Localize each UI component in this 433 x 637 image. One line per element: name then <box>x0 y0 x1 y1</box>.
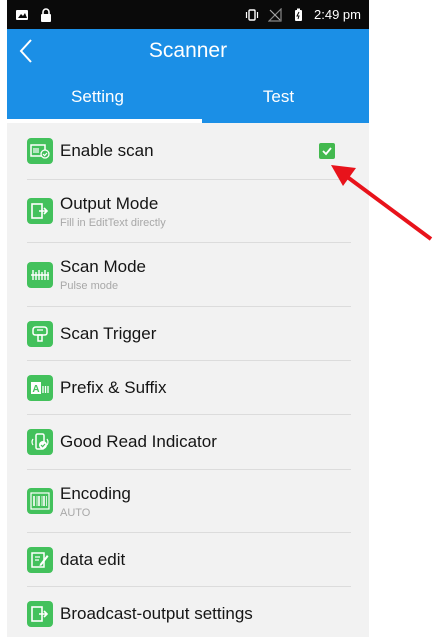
enable-scan-checkbox[interactable] <box>319 143 335 159</box>
page-title: Scanner <box>148 39 228 62</box>
setting-title: Good Read Indicator <box>60 432 217 451</box>
image-icon <box>16 9 28 20</box>
setting-output-mode[interactable]: Output Mode Fill in EditText directly <box>27 180 351 243</box>
barcode-icon <box>27 488 53 514</box>
setting-title: Enable scan <box>60 141 154 160</box>
setting-title: Encoding <box>60 483 131 503</box>
setting-scan-mode[interactable]: Scan Mode Pulse mode <box>27 243 351 307</box>
setting-title: Broadcast-output settings <box>60 604 253 623</box>
status-time: 2:49 pm <box>314 7 361 22</box>
setting-broadcast-output[interactable]: Broadcast-output settings <box>27 587 351 637</box>
vibrate-icon <box>245 8 259 21</box>
prefix-suffix-icon: A <box>27 374 53 401</box>
good-read-icon <box>27 429 53 455</box>
svg-text:A: A <box>32 384 39 395</box>
scan-check-icon <box>27 138 53 164</box>
lock-icon <box>41 7 51 22</box>
setting-scan-trigger[interactable]: Scan Trigger <box>27 307 351 361</box>
tab-setting[interactable]: Setting <box>7 73 188 123</box>
tab-setting-label: Setting <box>71 86 124 106</box>
battery-icon <box>295 8 303 21</box>
edit-icon <box>27 546 53 573</box>
setting-subtitle: AUTO <box>60 506 91 519</box>
setting-title: Scan Trigger <box>60 323 157 343</box>
status-bar: 2:49 pm <box>7 0 369 29</box>
output-icon <box>27 198 53 224</box>
setting-encoding[interactable]: Encoding AUTO <box>27 470 351 533</box>
checkmark-icon <box>322 147 332 156</box>
setting-enable-scan[interactable]: Enable scan <box>27 123 351 180</box>
tab-test-label: Test <box>262 86 295 106</box>
setting-title: Output Mode <box>60 193 159 213</box>
setting-prefix-suffix[interactable]: A Prefix & Suffix <box>27 361 351 415</box>
broadcast-output-icon <box>27 601 53 627</box>
settings-list: Enable scan Output Mode Fill in EditText… <box>7 123 369 637</box>
trigger-icon <box>27 320 53 347</box>
setting-title: data edit <box>60 549 126 569</box>
setting-good-read-indicator[interactable]: Good Read Indicator <box>27 415 351 470</box>
tab-test[interactable]: Test <box>188 73 369 123</box>
no-signal-icon <box>268 7 282 22</box>
setting-subtitle: Pulse mode <box>60 280 119 292</box>
app-bar: Scanner <box>7 29 369 73</box>
setting-data-edit[interactable]: data edit <box>27 533 351 587</box>
device-screen: 2:49 pm Scanner Setting Test Enable scan… <box>7 0 369 637</box>
setting-subtitle: Fill in EditText directly <box>60 216 166 229</box>
setting-title: Prefix & Suffix <box>60 377 167 397</box>
tab-bar: Setting Test <box>7 73 369 123</box>
setting-title: Scan Mode <box>60 257 146 276</box>
scan-mode-icon <box>27 261 53 288</box>
